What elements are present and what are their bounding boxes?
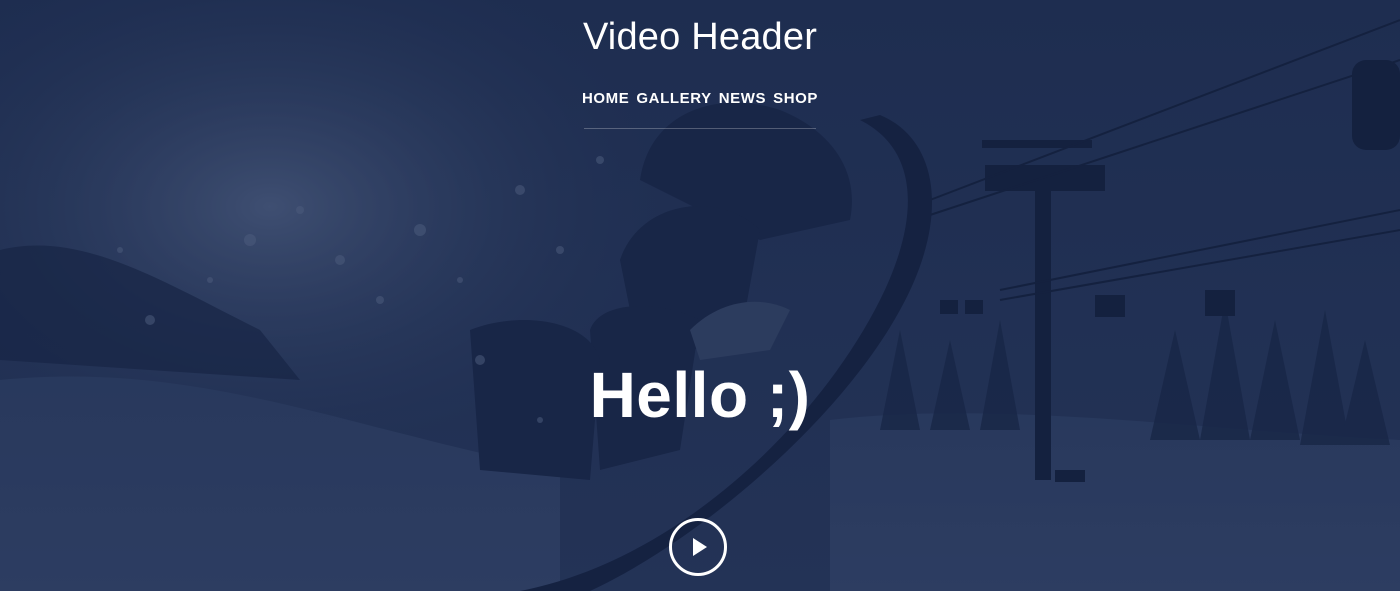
nav-divider [584,128,816,129]
hero-headline: Hello ;) [589,359,811,431]
nav-item-home[interactable]: HOME [582,90,629,107]
play-button[interactable] [669,518,727,576]
nav-item-gallery[interactable]: GALLERY [636,90,711,107]
video-header-hero: Video Header HOME GALLERY NEWS SHOP Hell… [0,0,1400,591]
play-icon [693,538,707,556]
main-nav: HOME GALLERY NEWS SHOP [0,90,1400,107]
page-title: Video Header [582,16,818,58]
nav-item-news[interactable]: NEWS [719,90,766,107]
color-overlay [0,0,1400,591]
nav-item-shop[interactable]: SHOP [773,90,818,107]
